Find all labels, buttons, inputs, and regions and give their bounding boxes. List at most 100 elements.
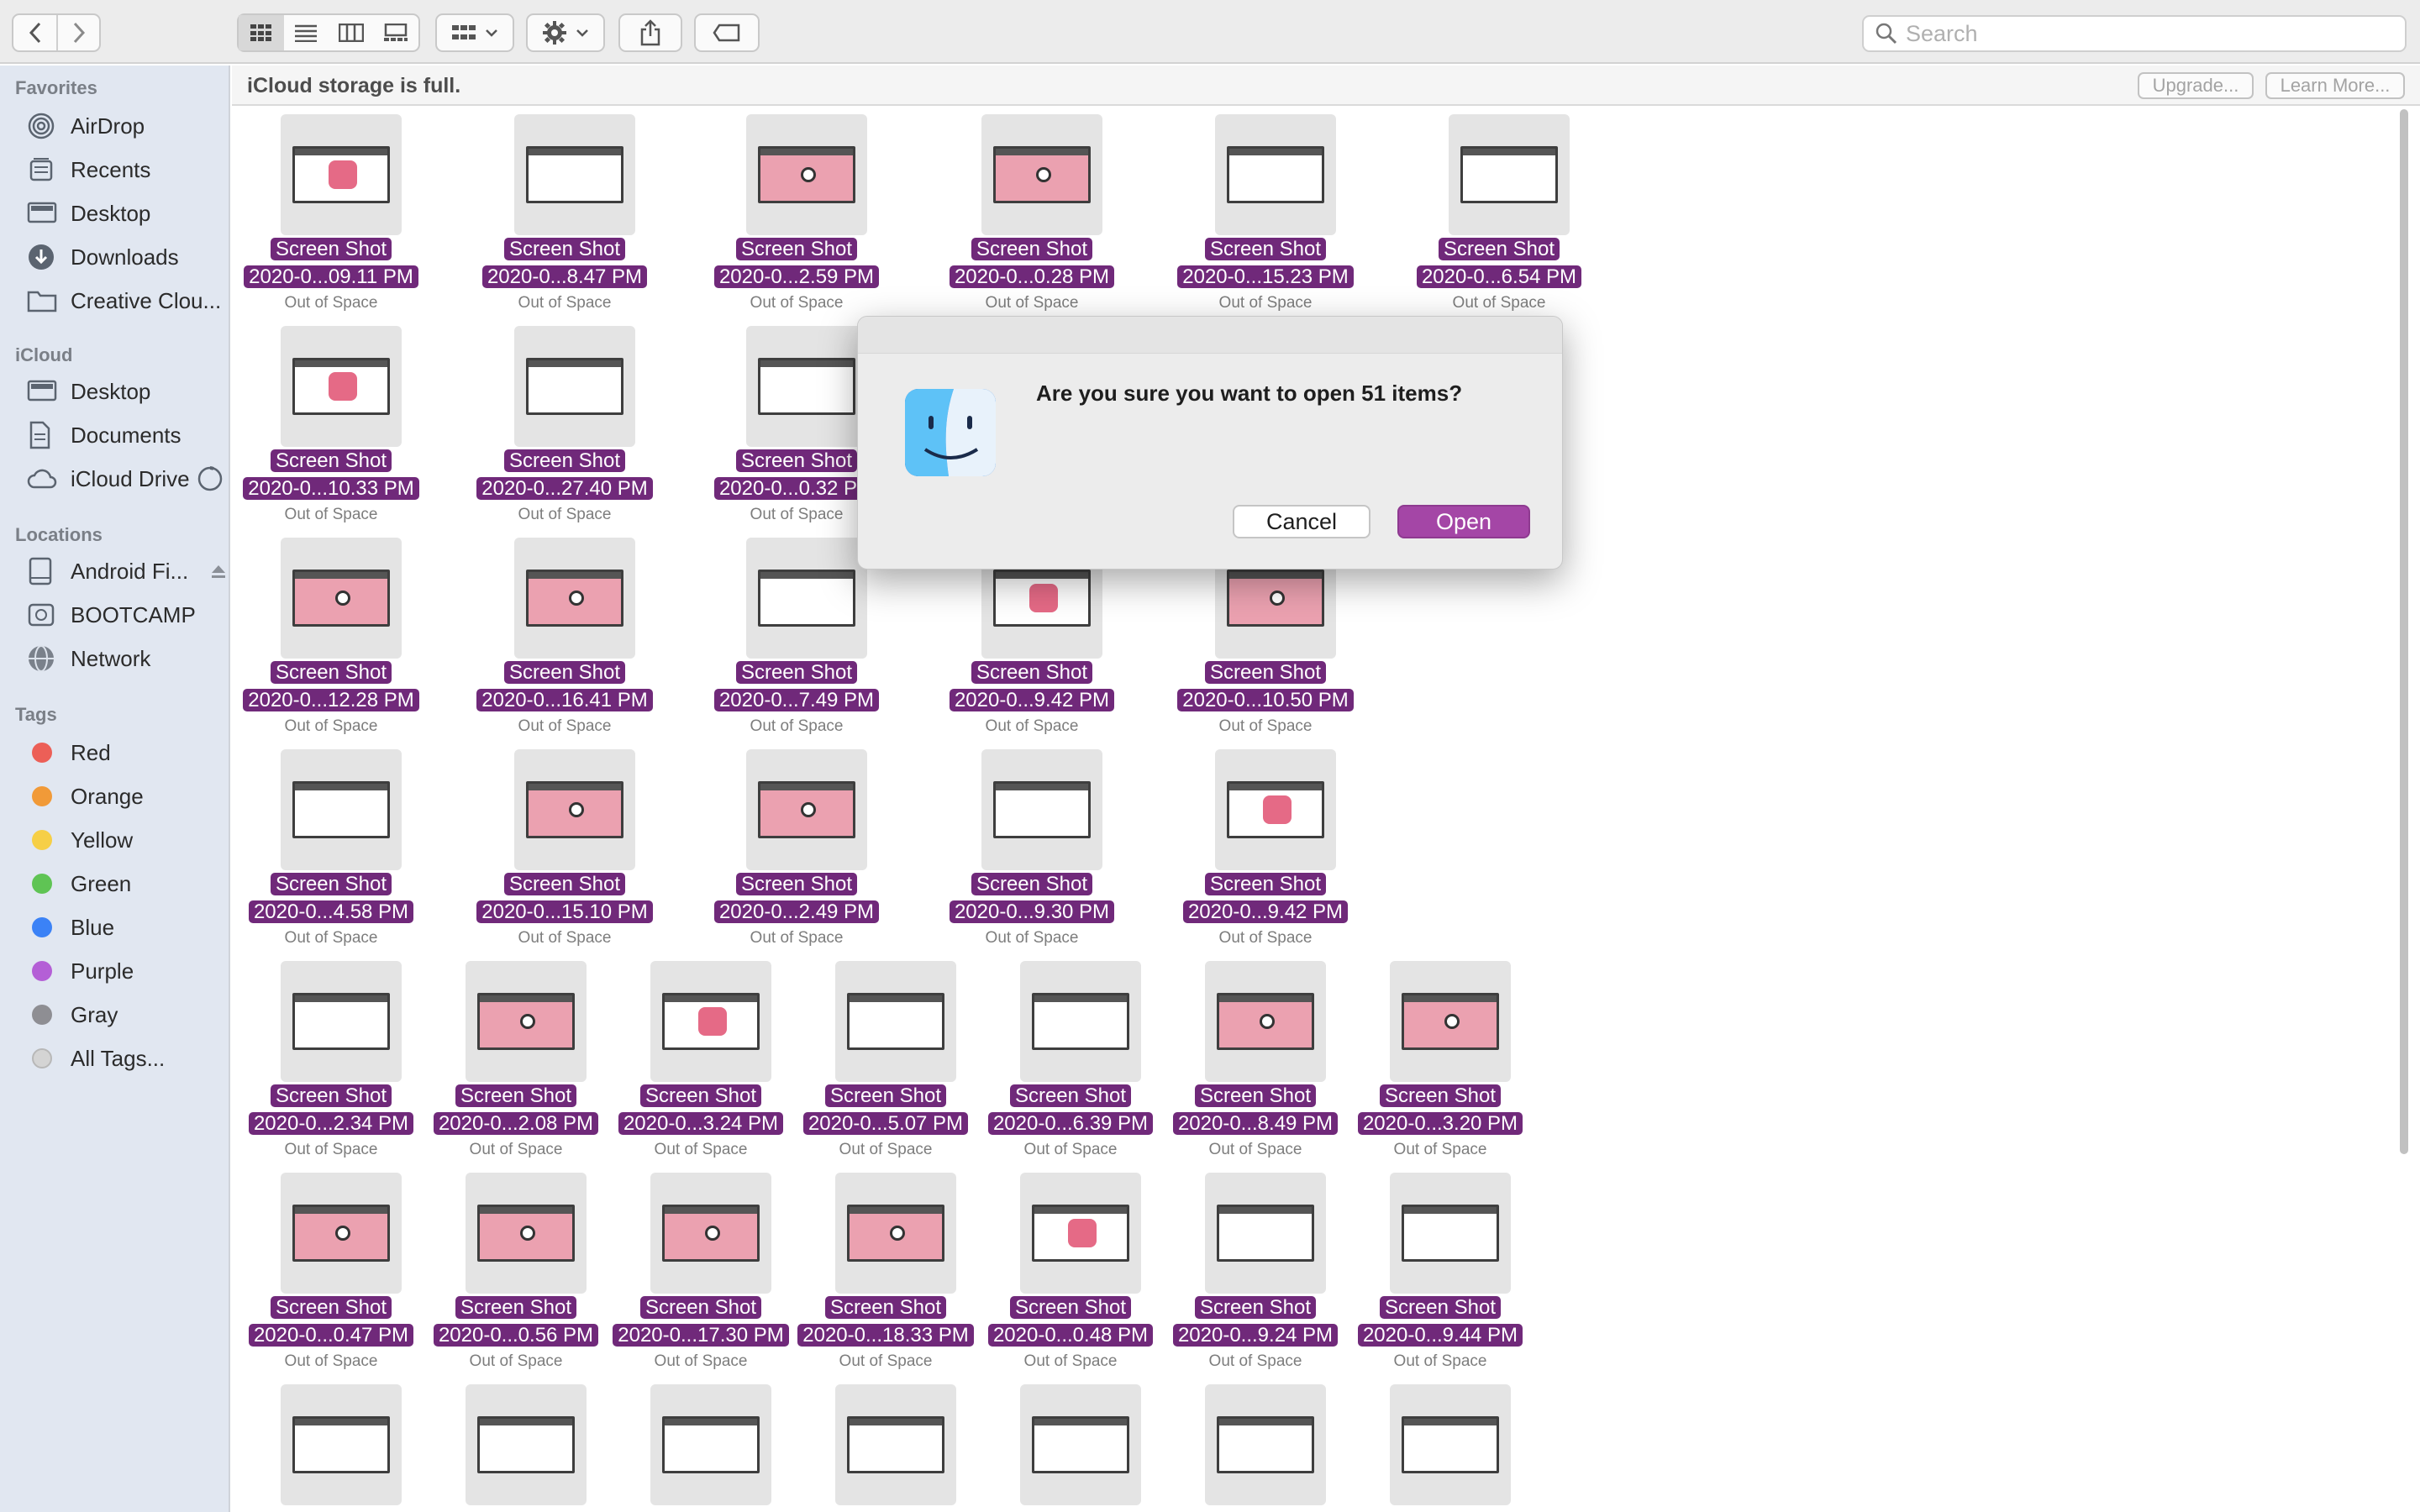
file-item[interactable]: Screen Shot 2020-0...18.33 PM Out of Space [793, 1166, 978, 1376]
open-button[interactable]: Open [1397, 505, 1530, 538]
file-item[interactable]: Screen Shot 2020-0...3.20 PM Out of Space [1348, 954, 1533, 1164]
sidebar-item-android-file[interactable]: Android Fi... [27, 553, 229, 590]
sidebar-item-tag[interactable]: Red [27, 734, 229, 771]
file-item[interactable]: Screen Shot 2020-0...8.49 PM Out of Space [1163, 954, 1348, 1164]
file-item[interactable]: Screen Shot 2020-0...0.48 PM Out of Space [978, 1166, 1163, 1376]
sidebar-item-airdrop[interactable]: AirDrop [27, 108, 229, 144]
file-item[interactable]: Screen Shot 2020-0...8.47 PM Out of Space [472, 108, 657, 318]
icloud-storage-banner: iCloud storage is full. Upgrade... Learn… [232, 66, 2420, 106]
file-status: Out of Space [839, 1141, 933, 1158]
locations-heading: Locations [15, 524, 103, 545]
file-item[interactable]: Screen Shot 2020-0...2.49 PM Out of Space [704, 743, 889, 953]
file-item[interactable]: Screen Shot 2020-0...0.47 PM Out of Space [239, 1166, 424, 1376]
sidebar-item-tag[interactable]: Yellow [27, 822, 229, 858]
document-icon [27, 421, 60, 449]
file-item[interactable] [978, 1378, 1163, 1512]
file-name: Screen Shot 2020-0...6.39 PM [978, 1082, 1163, 1137]
file-item[interactable] [1348, 1378, 1533, 1512]
file-item[interactable]: Screen Shot 2020-0...3.24 PM Out of Space [608, 954, 793, 1164]
file-name: Screen Shot 2020-0...9.42 PM [939, 659, 1124, 714]
file-thumbnail [1390, 1173, 1511, 1294]
file-item[interactable]: Screen Shot 2020-0...10.33 PM Out of Space [239, 319, 424, 529]
file-item[interactable]: Screen Shot 2020-0...15.23 PM Out of Space [1173, 108, 1358, 318]
file-item[interactable]: Screen Shot 2020-0...5.07 PM Out of Space [793, 954, 978, 1164]
sidebar-item-desktop[interactable]: Desktop [27, 195, 229, 232]
sidebar-item-downloads[interactable]: Downloads [27, 239, 229, 276]
file-thumbnail [650, 961, 771, 1082]
file-thumbnail [1449, 114, 1570, 235]
eject-icon[interactable] [210, 563, 227, 580]
learn-more-button[interactable]: Learn More... [2265, 72, 2405, 99]
file-item[interactable] [793, 1378, 978, 1512]
icon-view-button[interactable] [239, 15, 284, 50]
file-item[interactable]: Screen Shot 2020-0...9.24 PM Out of Space [1163, 1166, 1348, 1376]
file-item[interactable] [239, 1378, 424, 1512]
share-button[interactable] [618, 13, 682, 52]
gallery-view-button[interactable] [374, 15, 419, 50]
file-item[interactable]: Screen Shot 2020-0...0.28 PM Out of Space [939, 108, 1124, 318]
file-item[interactable]: Screen Shot 2020-0...9.42 PM Out of Space [1173, 743, 1358, 953]
column-view-button[interactable] [329, 15, 374, 50]
sidebar-item-tag[interactable]: Purple [27, 953, 229, 990]
sidebar-item-tag[interactable]: Gray [27, 996, 229, 1033]
vertical-scrollbar[interactable] [2396, 108, 2412, 1512]
file-item[interactable]: Screen Shot 2020-0...27.40 PM Out of Space [472, 319, 657, 529]
file-item[interactable]: Screen Shot 2020-0...16.41 PM Out of Space [472, 531, 657, 741]
file-item[interactable]: Screen Shot 2020-0...9.44 PM Out of Space [1348, 1166, 1533, 1376]
sidebar-item-icloud-desktop[interactable]: Desktop [27, 373, 229, 410]
tag-icon [713, 24, 740, 42]
action-menu-button[interactable] [526, 13, 605, 52]
file-name: Screen Shot 2020-0...09.11 PM [239, 235, 424, 291]
sidebar-item-documents[interactable]: Documents [27, 417, 229, 454]
sidebar-item-tag[interactable]: All Tags... [27, 1040, 229, 1077]
sidebar-item-recents[interactable]: Recents [27, 151, 229, 188]
sidebar-item-icloud-drive[interactable]: iCloud Drive [27, 460, 229, 497]
scrollbar-thumb[interactable] [2400, 109, 2408, 1154]
file-status: Out of Space [284, 506, 378, 523]
file-item[interactable]: Screen Shot 2020-0...12.28 PM Out of Space [239, 531, 424, 741]
file-thumbnail [1020, 1384, 1141, 1505]
sidebar-item-network[interactable]: Network [27, 640, 229, 677]
sidebar-item-tag[interactable]: Green [27, 865, 229, 902]
file-name: Screen Shot 2020-0...7.49 PM [704, 659, 889, 714]
back-button[interactable] [13, 15, 56, 50]
file-thumbnail [835, 961, 956, 1082]
sidebar-item-creative-cloud[interactable]: Creative Clou... [27, 282, 229, 319]
group-by-button[interactable] [435, 13, 514, 52]
file-item[interactable] [608, 1378, 793, 1512]
file-status: Out of Space [985, 717, 1079, 735]
cancel-button[interactable]: Cancel [1233, 505, 1370, 538]
file-item[interactable]: Screen Shot 2020-0...09.11 PM Out of Space [239, 108, 424, 318]
file-item[interactable]: Screen Shot 2020-0...9.30 PM Out of Space [939, 743, 1124, 953]
search-input[interactable] [1906, 20, 2376, 47]
file-item[interactable] [1163, 1378, 1348, 1512]
search-field[interactable] [1862, 15, 2407, 52]
file-name: Screen Shot 2020-0...3.20 PM [1348, 1082, 1533, 1137]
file-item[interactable]: Screen Shot 2020-0...6.54 PM Out of Space [1407, 108, 1591, 318]
file-item[interactable] [424, 1378, 608, 1512]
edit-tags-button[interactable] [694, 13, 760, 52]
file-name: Screen Shot 2020-0...4.58 PM [239, 870, 424, 926]
file-item[interactable]: Screen Shot 2020-0...2.08 PM Out of Space [424, 954, 608, 1164]
file-name: Screen Shot 2020-0...0.28 PM [939, 235, 1124, 291]
file-thumbnail [1390, 1384, 1511, 1505]
file-item[interactable]: Screen Shot 2020-0...0.56 PM Out of Space [424, 1166, 608, 1376]
forward-button[interactable] [56, 15, 99, 50]
upgrade-button[interactable]: Upgrade... [2138, 72, 2254, 99]
sidebar-item-tag[interactable]: Blue [27, 909, 229, 946]
file-item[interactable]: Screen Shot 2020-0...15.10 PM Out of Space [472, 743, 657, 953]
finder-icon [905, 389, 996, 476]
sidebar-item-bootcamp[interactable]: BOOTCAMP [27, 596, 229, 633]
chevron-down-icon [576, 29, 588, 37]
file-item[interactable]: Screen Shot 2020-0...6.39 PM Out of Space [978, 954, 1163, 1164]
file-item[interactable]: Screen Shot 2020-0...2.34 PM Out of Space [239, 954, 424, 1164]
list-view-button[interactable] [284, 15, 329, 50]
file-item[interactable]: Screen Shot 2020-0...2.59 PM Out of Space [704, 108, 889, 318]
file-name: Screen Shot 2020-0...0.48 PM [978, 1294, 1163, 1349]
file-status: Out of Space [654, 1141, 748, 1158]
file-item[interactable]: Screen Shot 2020-0...17.30 PM Out of Space [608, 1166, 793, 1376]
file-name: Screen Shot 2020-0...8.49 PM [1163, 1082, 1348, 1137]
file-status: Out of Space [1393, 1141, 1487, 1158]
sidebar-item-tag[interactable]: Orange [27, 778, 229, 815]
file-item[interactable]: Screen Shot 2020-0...4.58 PM Out of Space [239, 743, 424, 953]
